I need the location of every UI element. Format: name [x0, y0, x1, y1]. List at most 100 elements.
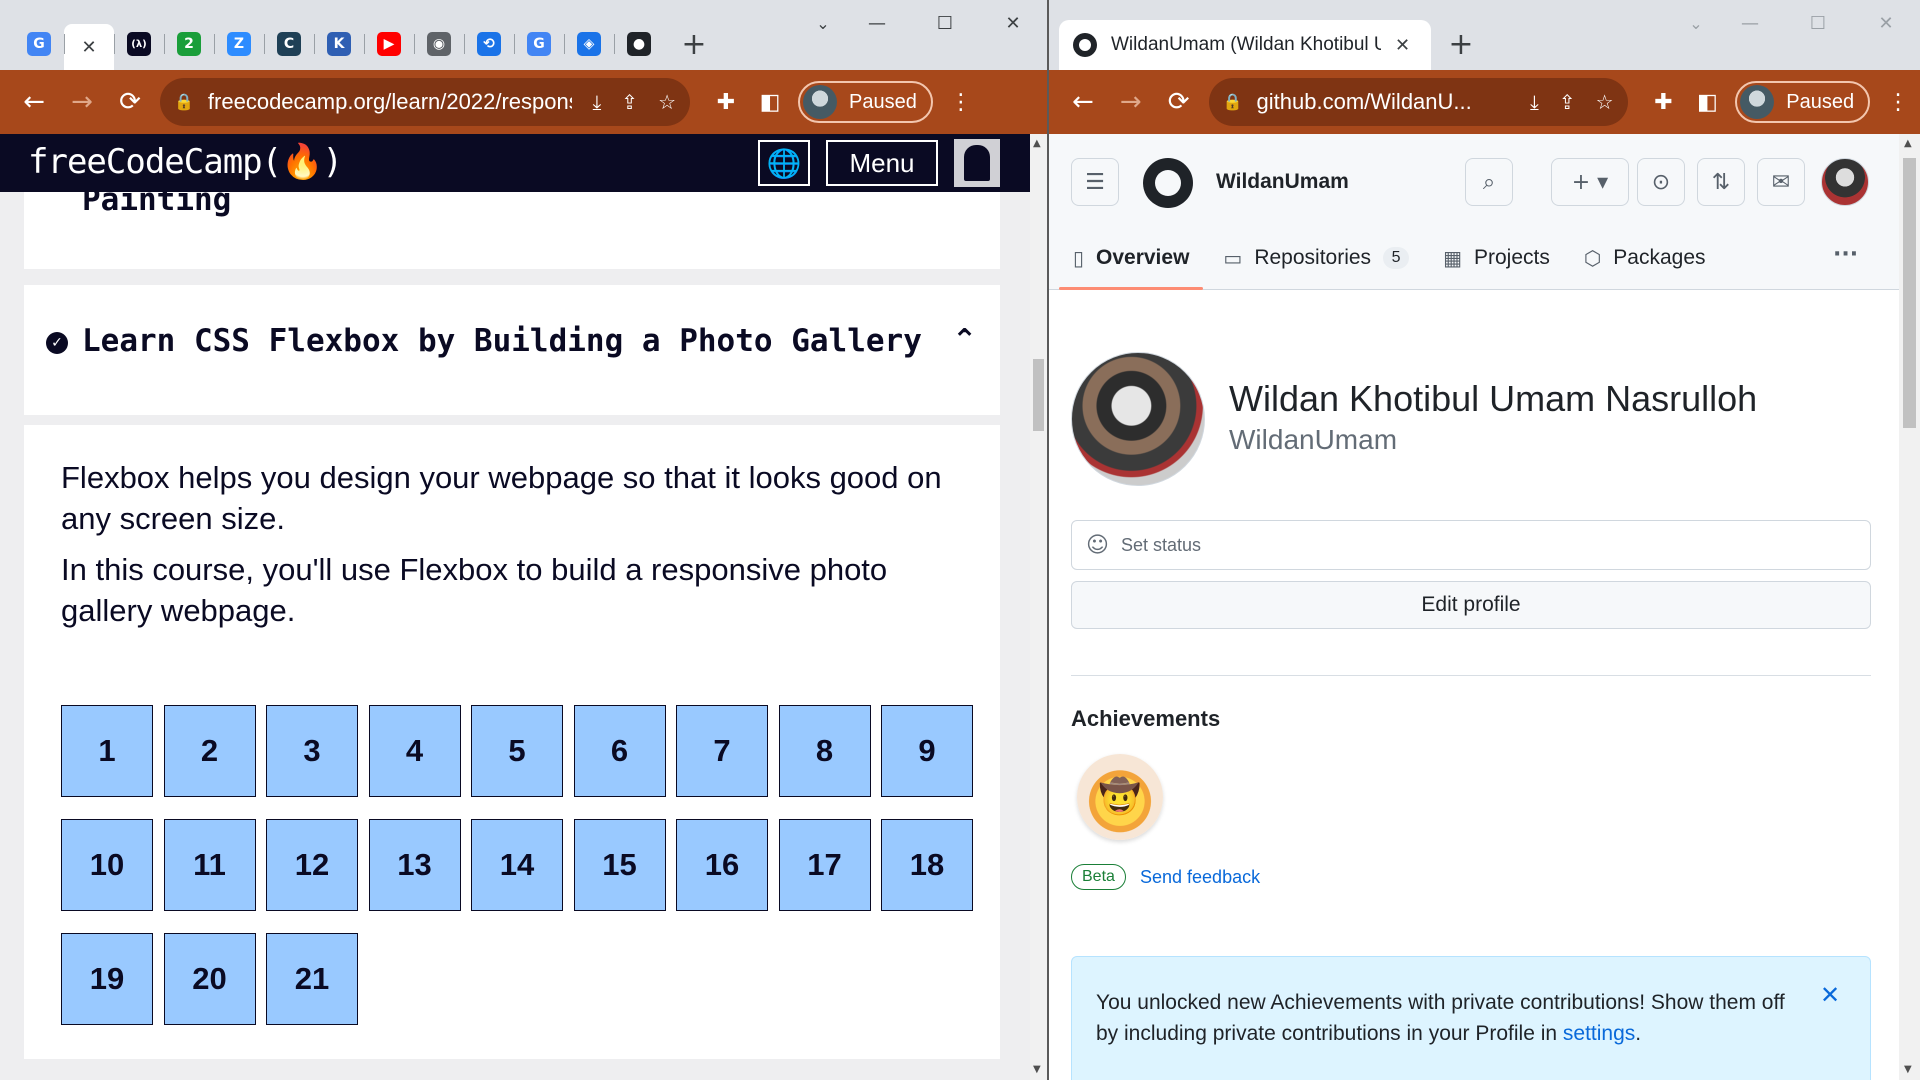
- maximize-button[interactable]: ☐: [1784, 0, 1852, 46]
- menu-button[interactable]: Menu: [826, 140, 938, 186]
- step-button-5[interactable]: 5: [471, 705, 563, 797]
- reload-icon[interactable]: ⟳: [106, 78, 154, 126]
- tab-codecademy[interactable]: C: [264, 24, 314, 64]
- set-status-button[interactable]: ☺ Set status: [1071, 520, 1871, 570]
- search-icon[interactable]: ⌕: [1465, 158, 1513, 206]
- scroll-down-arrow-icon[interactable]: ▼: [1904, 1064, 1912, 1075]
- tab-cube-tab[interactable]: ◈: [564, 24, 614, 64]
- minimize-button[interactable]: —: [843, 0, 911, 46]
- profile-paused-button[interactable]: Paused: [1735, 81, 1871, 123]
- close-tab-icon[interactable]: ✕: [77, 35, 101, 59]
- inbox-icon[interactable]: ✉: [1757, 158, 1805, 206]
- back-arrow-icon[interactable]: ←: [10, 78, 58, 126]
- collapse-chevron-up-icon[interactable]: ⌃: [952, 323, 977, 358]
- settings-link[interactable]: settings: [1563, 1022, 1635, 1045]
- step-button-2[interactable]: 2: [163, 705, 256, 797]
- tab-youtube[interactable]: ▶: [364, 24, 414, 64]
- tab-kampus-merdeka[interactable]: K: [314, 24, 364, 64]
- side-panel-icon[interactable]: ◧: [1685, 78, 1729, 126]
- dismiss-close-icon[interactable]: ✕: [1820, 981, 1840, 1009]
- send-feedback-link[interactable]: Send feedback: [1140, 867, 1260, 888]
- page-scrollbar[interactable]: ▲ ▼: [1899, 134, 1920, 1080]
- tab-overview[interactable]: ▯ Overview: [1059, 226, 1204, 290]
- tab-projects[interactable]: ▦ Projects: [1429, 226, 1564, 290]
- lock-icon[interactable]: 🔒: [1223, 92, 1243, 112]
- share-icon[interactable]: ⇪: [621, 90, 638, 114]
- profile-avatar-image[interactable]: [1071, 352, 1205, 486]
- share-icon[interactable]: ⇪: [1559, 90, 1576, 114]
- step-button-12[interactable]: 12: [266, 819, 358, 911]
- tab-globe-tab[interactable]: ◉: [414, 24, 464, 64]
- install-icon[interactable]: ⤓: [1530, 90, 1539, 114]
- step-button-8[interactable]: 8: [778, 705, 871, 797]
- tab-search-chevron-icon[interactable]: ⌄: [1676, 0, 1716, 46]
- tab-packages[interactable]: ⬡ Packages: [1570, 226, 1720, 290]
- browser-menu-kebab-icon[interactable]: ⋮: [1876, 78, 1920, 126]
- side-panel-icon[interactable]: ◧: [748, 78, 792, 126]
- scroll-up-arrow-icon[interactable]: ▲: [1904, 138, 1912, 149]
- address-bar[interactable]: 🔒 github.com/WildanU... ⤓ ⇪ ☆: [1208, 78, 1628, 126]
- tab-repositories[interactable]: ▭ Repositories 5: [1209, 226, 1423, 290]
- extensions-puzzle-icon[interactable]: ✚: [1642, 78, 1686, 126]
- previous-course-card[interactable]: Painting: [24, 192, 1000, 269]
- close-window-button[interactable]: ✕: [979, 0, 1047, 46]
- lock-icon[interactable]: 🔒: [174, 92, 194, 112]
- header-username[interactable]: WildanUmam: [1216, 170, 1349, 194]
- create-new-plus-dropdown-icon[interactable]: + ▾: [1551, 158, 1629, 206]
- step-button-20[interactable]: 20: [163, 933, 256, 1025]
- tab-freecodecamp[interactable]: (λ): [114, 24, 164, 64]
- tab-search-chevron-icon[interactable]: ⌄: [803, 0, 843, 46]
- issues-icon[interactable]: ⊙: [1637, 158, 1685, 206]
- github-tab[interactable]: WildanUmam (Wildan Khotibul U ✕: [1059, 20, 1431, 70]
- step-button-11[interactable]: 11: [163, 819, 256, 911]
- achievement-badge-icon[interactable]: 🤠: [1077, 754, 1163, 840]
- step-button-17[interactable]: 17: [778, 819, 871, 911]
- pull-requests-icon[interactable]: ⇅: [1697, 158, 1745, 206]
- github-octocat-icon[interactable]: [1143, 158, 1193, 208]
- scrollbar-thumb[interactable]: [1033, 359, 1044, 431]
- edit-profile-button[interactable]: Edit profile: [1071, 581, 1871, 629]
- step-button-13[interactable]: 13: [368, 819, 461, 911]
- back-arrow-icon[interactable]: ←: [1059, 78, 1107, 126]
- user-avatar-button[interactable]: [1821, 158, 1869, 206]
- scrollbar-thumb[interactable]: [1903, 158, 1916, 428]
- page-scrollbar[interactable]: ▲ ▼: [1030, 134, 1047, 1080]
- step-button-19[interactable]: 19: [61, 933, 153, 1025]
- forward-arrow-icon[interactable]: →: [58, 78, 106, 126]
- tab-zoom[interactable]: Z: [214, 24, 264, 64]
- step-button-1[interactable]: 1: [61, 705, 153, 797]
- forward-arrow-icon[interactable]: →: [1107, 78, 1155, 126]
- step-button-3[interactable]: 3: [266, 705, 358, 797]
- bookmark-star-icon[interactable]: ☆: [1596, 90, 1614, 114]
- address-bar[interactable]: 🔒 freecodecamp.org/learn/2022/responsiv.…: [160, 78, 690, 126]
- language-globe-icon[interactable]: 🌐: [758, 140, 810, 186]
- tab-google[interactable]: G: [14, 24, 64, 64]
- step-button-9[interactable]: 9: [881, 705, 973, 797]
- achievements-heading[interactable]: Achievements: [1071, 706, 1220, 732]
- step-button-15[interactable]: 15: [573, 819, 666, 911]
- step-button-21[interactable]: 21: [266, 933, 358, 1025]
- more-tabs-ellipsis-icon[interactable]: ···: [1833, 242, 1858, 267]
- close-window-button[interactable]: ✕: [1852, 0, 1920, 46]
- step-button-14[interactable]: 14: [471, 819, 563, 911]
- new-tab-plus-icon[interactable]: +: [676, 26, 712, 62]
- user-avatar-button[interactable]: [954, 139, 1000, 187]
- step-button-10[interactable]: 10: [61, 819, 153, 911]
- tab-history[interactable]: ⟲: [464, 24, 514, 64]
- extensions-puzzle-icon[interactable]: ✚: [704, 78, 748, 126]
- fcc-logo[interactable]: freeCodeCamp(🔥): [28, 142, 343, 182]
- hamburger-menu-icon[interactable]: ☰: [1071, 158, 1119, 206]
- course-header[interactable]: ✓ Learn CSS Flexbox by Building a Photo …: [24, 285, 1000, 415]
- browser-menu-kebab-icon[interactable]: ⋮: [939, 78, 983, 126]
- tab-close-tab[interactable]: ✕: [64, 24, 114, 70]
- tab-green-2[interactable]: 2: [164, 24, 214, 64]
- scroll-up-arrow-icon[interactable]: ▲: [1033, 138, 1041, 149]
- step-button-6[interactable]: 6: [573, 705, 666, 797]
- step-button-18[interactable]: 18: [881, 819, 973, 911]
- step-button-7[interactable]: 7: [676, 705, 768, 797]
- close-tab-icon[interactable]: ✕: [1395, 35, 1410, 56]
- bookmark-star-icon[interactable]: ☆: [658, 90, 676, 114]
- reload-icon[interactable]: ⟳: [1155, 78, 1203, 126]
- profile-paused-button[interactable]: Paused: [798, 81, 933, 123]
- minimize-button[interactable]: —: [1716, 0, 1784, 46]
